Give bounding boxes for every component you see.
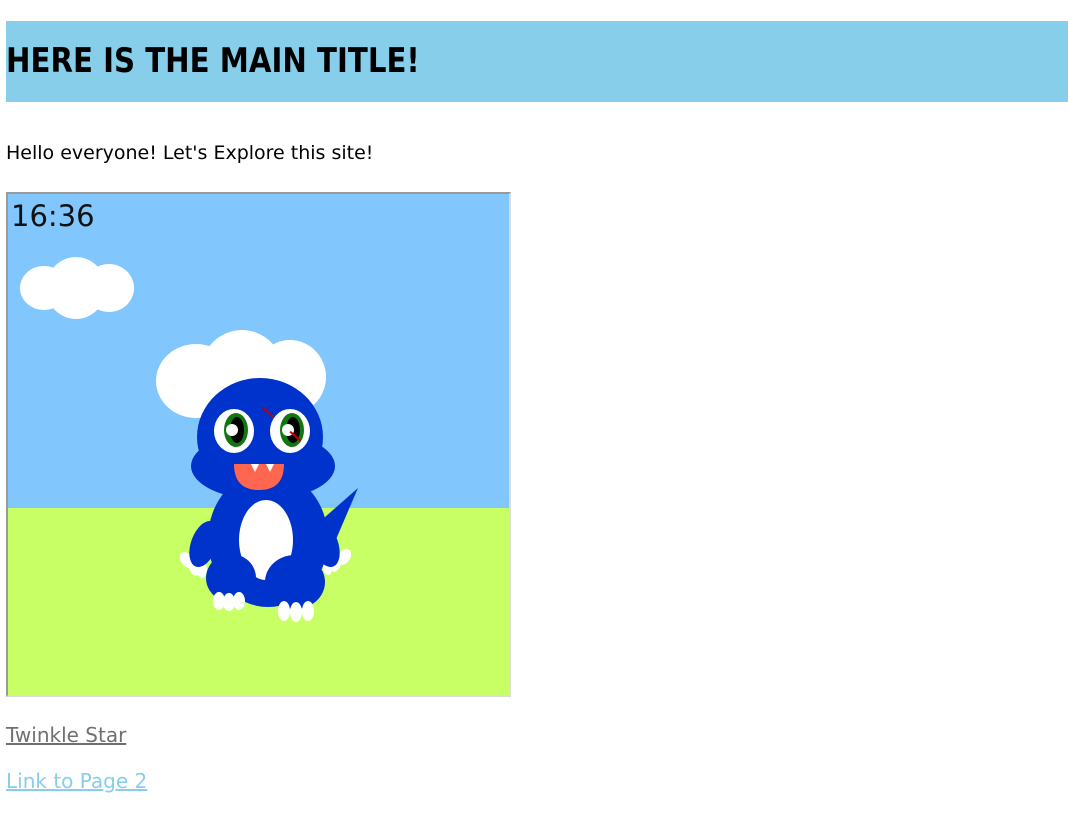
intro-text: Hello everyone! Let's Explore this site! <box>6 142 374 164</box>
dino-left-eye <box>214 409 254 453</box>
dino-right-eye <box>270 409 310 453</box>
dino-right-toes <box>278 601 314 622</box>
twinkle-star-link[interactable]: Twinkle Star <box>6 722 126 748</box>
dino-left-toes <box>213 592 245 611</box>
animation-canvas[interactable]: 16:36 <box>6 192 511 697</box>
title-banner: HERE IS THE MAIN TITLE! <box>6 21 1068 102</box>
clock-readout: 16:36 <box>11 199 95 233</box>
dino-right-foot <box>265 555 325 609</box>
canvas-scene: 16:36 <box>8 194 509 695</box>
main-title: HERE IS THE MAIN TITLE! <box>6 41 420 81</box>
page-2-link[interactable]: Link to Page 2 <box>6 768 147 794</box>
